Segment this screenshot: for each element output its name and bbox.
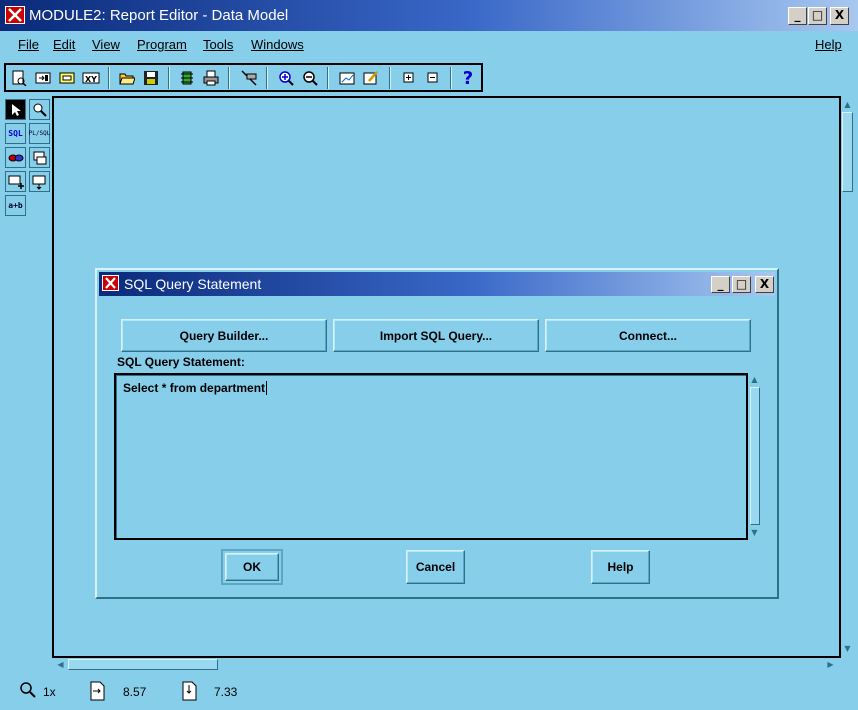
- menu-view[interactable]: View: [92, 37, 120, 52]
- import-sql-query-button[interactable]: Import SQL Query...: [333, 319, 539, 352]
- status-bar: 1x 8.57 7.33: [0, 674, 858, 710]
- canvas-vertical-scrollbar[interactable]: ▲ ▼: [841, 98, 854, 657]
- vertical-scroll-thumb[interactable]: [842, 112, 853, 192]
- dialog-app-icon[interactable]: [102, 275, 119, 291]
- cross-product-tool-icon[interactable]: [29, 147, 50, 168]
- dialog-maximize-button[interactable]: □: [732, 276, 751, 293]
- menu-edit-label: Edit: [53, 37, 76, 52]
- y-position-icon: [182, 681, 198, 704]
- print-icon[interactable]: [201, 68, 221, 88]
- zoom-out-icon[interactable]: [300, 68, 320, 88]
- link-icon[interactable]: [239, 68, 259, 88]
- menu-file[interactable]: File: [18, 37, 39, 52]
- menu-help[interactable]: Help: [815, 37, 842, 52]
- scroll-down-arrow-icon[interactable]: ▼: [841, 642, 854, 655]
- dialog-minimize-button[interactable]: _: [711, 276, 730, 293]
- svg-text:XY: XY: [85, 75, 97, 84]
- close-button[interactable]: X: [830, 7, 849, 25]
- horizontal-scroll-thumb[interactable]: [68, 659, 218, 670]
- menu-help-label: Help: [815, 37, 842, 52]
- save-icon[interactable]: [141, 68, 161, 88]
- menu-file-label: File: [18, 37, 39, 52]
- save-as-icon[interactable]: [57, 68, 77, 88]
- main-toolbar: XY ?: [4, 63, 483, 92]
- collapse-icon[interactable]: [423, 68, 443, 88]
- dialog-title: SQL Query Statement: [124, 276, 262, 292]
- link-tool-icon[interactable]: [5, 147, 26, 168]
- sql-scroll-down-icon[interactable]: ▼: [748, 526, 761, 539]
- sql-query-tool[interactable]: SQL: [5, 123, 26, 144]
- y-position-value: 7.33: [214, 685, 238, 699]
- scroll-right-arrow-icon[interactable]: ▶: [824, 658, 837, 671]
- expand-icon[interactable]: [399, 68, 419, 88]
- zoom-in-icon[interactable]: [276, 68, 296, 88]
- sql-textarea-scrollbar[interactable]: ▲ ▼: [748, 373, 762, 540]
- sql-scroll-up-icon[interactable]: ▲: [748, 373, 761, 386]
- text-cursor: [266, 381, 268, 395]
- main-title-bar[interactable]: MODULE2: Report Editor - Data Model _ □ …: [0, 0, 858, 31]
- formula-column-tool-icon[interactable]: [5, 171, 26, 192]
- sql-query-dialog: SQL Query Statement _ □ X Query Builder.…: [95, 268, 779, 599]
- window-title: MODULE2: Report Editor - Data Model: [29, 7, 289, 24]
- menu-tools[interactable]: Tools: [203, 37, 233, 52]
- ref-cursor-tool[interactable]: a+b: [5, 195, 26, 216]
- edit-chart-icon[interactable]: [337, 68, 357, 88]
- sql-statement-text: Select * from department: [123, 381, 266, 395]
- menu-program[interactable]: Program: [137, 37, 187, 52]
- menu-windows[interactable]: Windows: [251, 37, 304, 52]
- oracle-reports-app-icon[interactable]: [5, 6, 25, 24]
- tool-palette: SQL PL/SQL a+b: [4, 98, 52, 220]
- run-icon[interactable]: [177, 68, 197, 88]
- plsql-tool[interactable]: PL/SQL: [29, 123, 50, 144]
- dialog-close-button[interactable]: X: [755, 276, 774, 293]
- connect-button[interactable]: Connect...: [545, 319, 751, 352]
- scroll-up-arrow-icon[interactable]: ▲: [841, 98, 854, 111]
- menu-tools-label: Tools: [203, 37, 234, 52]
- ok-button[interactable]: OK: [221, 549, 283, 585]
- select-tool-icon[interactable]: [5, 99, 26, 120]
- new-report-icon[interactable]: [9, 68, 29, 88]
- canvas-horizontal-scrollbar[interactable]: ◀ ▶: [54, 658, 839, 671]
- sql-statement-textarea[interactable]: Select * from department: [114, 373, 748, 540]
- edit-pencil-icon[interactable]: [361, 68, 381, 88]
- xy-icon[interactable]: XY: [81, 68, 101, 88]
- maximize-button[interactable]: □: [808, 7, 827, 25]
- sql-statement-label: SQL Query Statement:: [117, 355, 245, 369]
- menu-bar: File Edit View Program Tools Windows Hel…: [2, 32, 856, 58]
- x-position-icon: [90, 681, 106, 704]
- zoom-magnifier-icon: [19, 681, 37, 702]
- summary-column-tool-icon[interactable]: [29, 171, 50, 192]
- magnify-tool-icon[interactable]: [29, 99, 50, 120]
- scroll-left-arrow-icon[interactable]: ◀: [54, 658, 67, 671]
- sql-scroll-thumb[interactable]: [750, 387, 760, 525]
- menu-view-label: View: [92, 37, 120, 52]
- minimize-button[interactable]: _: [788, 7, 807, 25]
- menu-windows-label: Windows: [251, 37, 304, 52]
- open-folder-icon[interactable]: [117, 68, 137, 88]
- query-builder-button[interactable]: Query Builder...: [121, 319, 327, 352]
- open-icon[interactable]: [33, 68, 53, 88]
- cancel-button[interactable]: Cancel: [406, 550, 465, 584]
- help-button[interactable]: Help: [591, 550, 650, 584]
- menu-edit[interactable]: Edit: [53, 37, 75, 52]
- help-icon[interactable]: ?: [458, 68, 478, 89]
- menu-program-label: Program: [137, 37, 187, 52]
- zoom-level: 1x: [43, 685, 56, 699]
- x-position-value: 8.57: [123, 685, 147, 699]
- dialog-title-bar[interactable]: SQL Query Statement _ □ X: [99, 272, 775, 296]
